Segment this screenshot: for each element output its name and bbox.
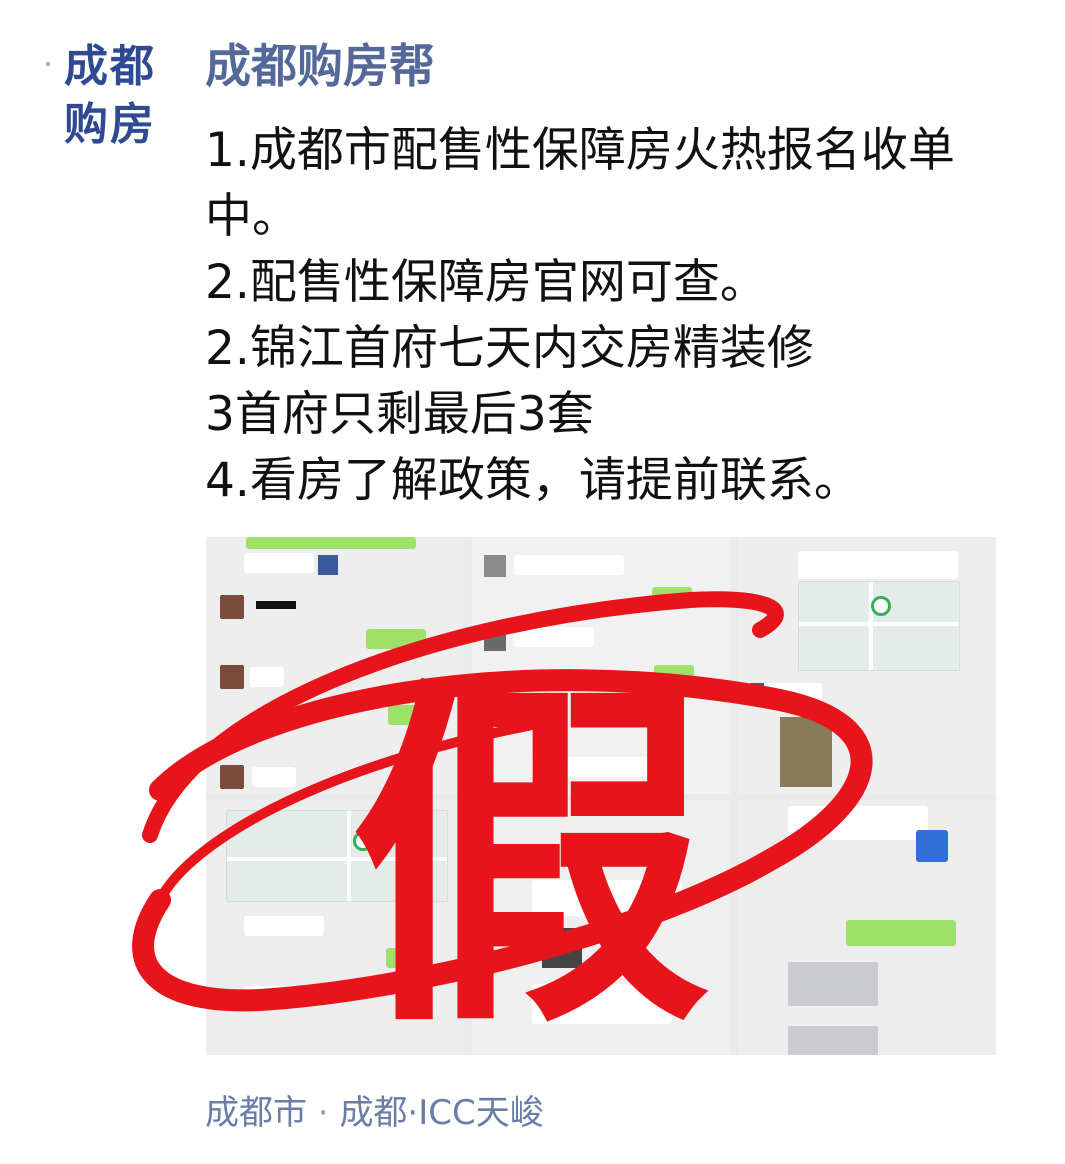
post-text: 1.成都市配售性保障房火热报名收单 中。 2.配售性保障房官网可查。 2.锦江首… xyxy=(205,118,1025,514)
location-place: 成都·ICC天峻 xyxy=(339,1093,544,1133)
avatar-text-line-2: 购房 xyxy=(64,99,156,150)
chat-screenshot-tile xyxy=(738,800,996,1055)
location-city: 成都市 xyxy=(205,1093,307,1133)
post-line: 3首府只剩最后3套 xyxy=(205,387,594,442)
avatar-text-line-1: 成都 xyxy=(64,41,156,92)
location-tag[interactable]: 成都市 · 成都·ICC天峻 xyxy=(205,1088,544,1138)
post-line: 2.配售性保障房官网可查。 xyxy=(205,255,767,310)
location-separator: · xyxy=(307,1093,340,1133)
post-line: 4.看房了解政策，请提前联系。 xyxy=(205,453,861,508)
avatar[interactable]: 成都 购房 xyxy=(46,38,172,156)
chat-screenshot-tile xyxy=(206,537,464,794)
map-screenshot-tile xyxy=(206,800,464,1055)
chat-screenshot-tile xyxy=(472,537,730,794)
map-screenshot-tile xyxy=(738,537,996,794)
post-line: 2.锦江首府七天内交房精装修 xyxy=(205,321,814,376)
post-line: 中。 xyxy=(205,189,299,244)
chat-screenshot-tile xyxy=(472,800,730,1055)
post-image[interactable] xyxy=(206,537,996,1055)
author-name[interactable]: 成都购房帮 xyxy=(205,36,435,96)
decoration-dot xyxy=(46,62,50,66)
post-line: 1.成都市配售性保障房火热报名收单 xyxy=(205,123,955,178)
